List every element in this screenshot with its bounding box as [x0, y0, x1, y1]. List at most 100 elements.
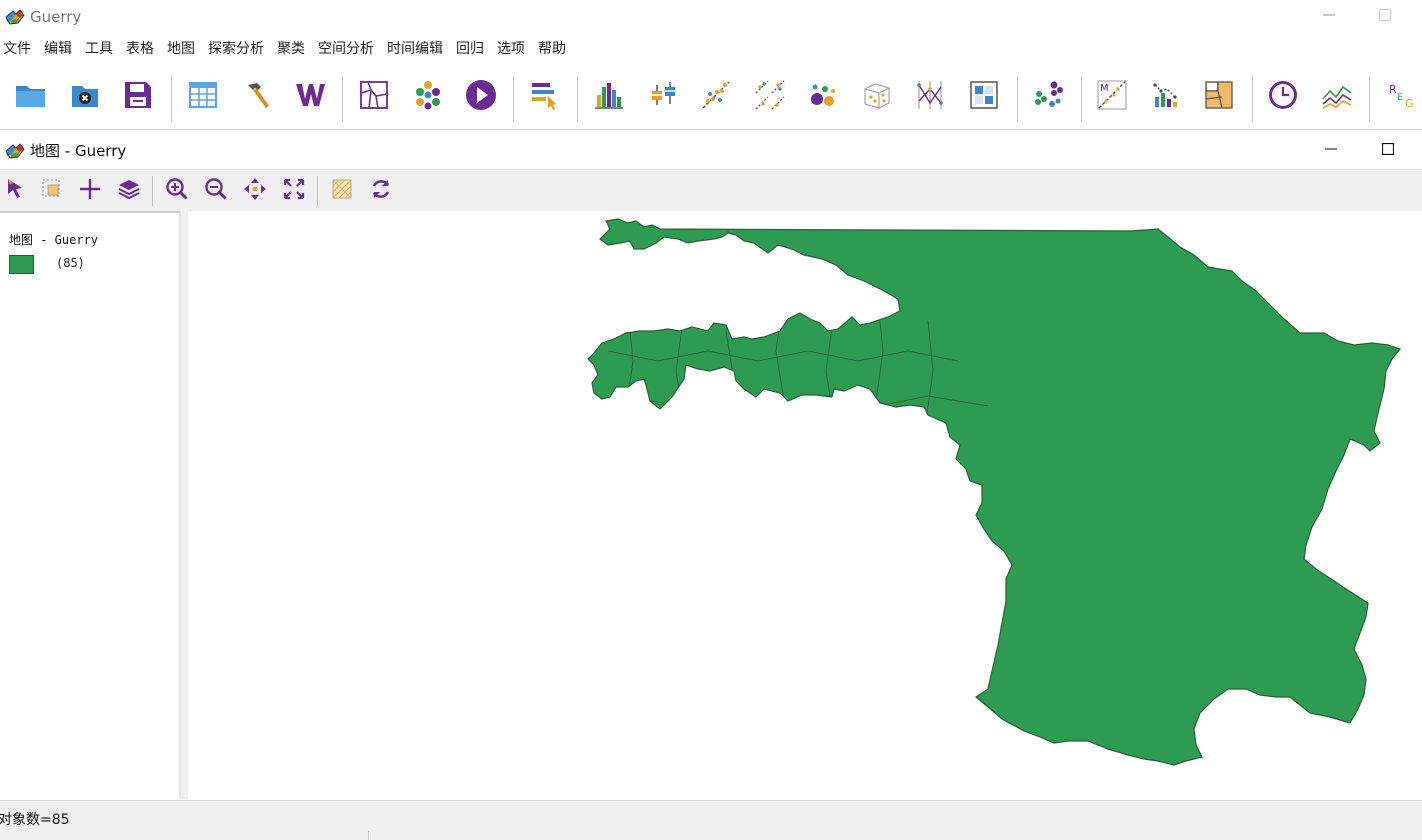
app-title: Guerry [30, 8, 82, 26]
play-button[interactable] [458, 74, 504, 120]
conditional-plot-button[interactable] [961, 74, 1007, 120]
svg-text:R: R [1389, 83, 1397, 96]
menu-cluster[interactable]: 聚类 [274, 38, 312, 58]
france-outline[interactable] [587, 218, 1401, 766]
menu-table[interactable]: 表格 [123, 38, 161, 58]
histogram-button[interactable] [586, 74, 632, 120]
close-project-icon [67, 77, 103, 117]
add-layer-icon [77, 176, 103, 206]
cluster-map-button[interactable] [405, 74, 451, 120]
pan-icon [242, 176, 268, 206]
save-button[interactable] [115, 74, 161, 120]
close-project-button[interactable] [62, 74, 108, 120]
minimize-icon [1325, 143, 1337, 159]
cluster-map-icon [410, 77, 446, 117]
minimize-icon [1323, 9, 1335, 25]
moran-scatter-button[interactable]: M [1089, 74, 1135, 120]
correlogram-button[interactable] [1143, 74, 1189, 120]
add-layer-button[interactable] [74, 175, 106, 207]
scatter-matrix-button[interactable] [747, 74, 793, 120]
menu-regression[interactable]: 回归 [453, 38, 491, 58]
map-button[interactable] [351, 74, 397, 120]
maximize-button[interactable] [1362, 0, 1408, 34]
refresh-icon [368, 176, 394, 206]
cluster-dots-icon [1030, 77, 1066, 117]
map-toolbar [0, 171, 1422, 211]
table-button[interactable] [180, 74, 226, 120]
full-extent-button[interactable] [278, 175, 310, 207]
pointer-select-icon [3, 176, 29, 206]
refresh-button[interactable] [365, 175, 397, 207]
correlogram-icon [1148, 77, 1184, 117]
cluster-dots-button[interactable] [1025, 74, 1071, 120]
play-icon [463, 77, 499, 117]
parallel-coordinates-icon [912, 77, 948, 117]
maximize-icon [1379, 9, 1391, 25]
selection-shape-button[interactable] [36, 175, 68, 207]
bubble-chart-icon [805, 77, 841, 117]
map-window-title-bar: 地图 - Guerry [0, 132, 1422, 170]
table-icon [185, 77, 221, 117]
menu-edit[interactable]: 编辑 [41, 38, 79, 58]
scatter-matrix-icon [752, 77, 788, 117]
weights-button[interactable] [287, 74, 333, 120]
map-window-minimize-button[interactable] [1308, 132, 1354, 170]
menu-tools[interactable]: 工具 [82, 38, 120, 58]
zoom-in-icon [164, 176, 190, 206]
zoom-out-button[interactable] [200, 175, 232, 207]
cartogram-icon [1201, 77, 1237, 117]
menu-file[interactable]: 文件 [0, 38, 38, 58]
map-legend[interactable]: 地图 - Guerry (85) [0, 211, 181, 799]
select-tool-icon [526, 77, 562, 117]
pan-button[interactable] [239, 175, 271, 207]
status-divider [368, 831, 369, 840]
object-count-status: 对象数=85 [0, 812, 70, 828]
scatter-plot-button[interactable] [693, 74, 739, 120]
zoom-in-button[interactable] [161, 175, 193, 207]
parallel-coordinates-button[interactable] [907, 74, 953, 120]
box-plot-button[interactable] [640, 74, 686, 120]
svg-text:M: M [1100, 83, 1109, 94]
menu-time[interactable]: 时间编辑 [384, 38, 450, 58]
layers-icon [116, 176, 142, 206]
maximize-icon [1381, 142, 1395, 159]
layers-button[interactable] [113, 175, 145, 207]
map-window-title: 地图 - Guerry [30, 142, 127, 160]
bubble-chart-button[interactable] [800, 74, 846, 120]
scatter-plot-icon [698, 77, 734, 117]
time-clock-icon [1265, 77, 1301, 117]
legend-color-swatch[interactable] [9, 255, 34, 274]
tools-button[interactable] [234, 74, 280, 120]
averages-chart-button[interactable] [1314, 74, 1360, 120]
menu-explore[interactable]: 探索分析 [205, 38, 271, 58]
map-window-logo-icon [4, 142, 26, 160]
menu-map[interactable]: 地图 [164, 38, 202, 58]
france-departments-map[interactable] [188, 211, 1422, 799]
legend-splitter[interactable] [181, 211, 188, 799]
regression-button[interactable]: REG [1376, 74, 1422, 120]
full-extent-icon [281, 176, 307, 206]
cartogram-button[interactable] [1196, 74, 1242, 120]
legend-category-count: (85) [56, 256, 85, 270]
3d-scatter-icon [859, 77, 895, 117]
department-borders [588, 230, 989, 752]
minimize-button[interactable] [1306, 0, 1352, 34]
pointer-select-button[interactable] [0, 175, 32, 207]
map-canvas[interactable] [188, 211, 1422, 799]
select-tool-button[interactable] [521, 74, 567, 120]
map-icon [356, 77, 392, 117]
save-icon [120, 77, 156, 117]
status-bar: 对象数=85 [0, 800, 1422, 840]
map-window-maximize-button[interactable] [1365, 132, 1411, 170]
menu-options[interactable]: 选项 [494, 38, 532, 58]
3d-scatter-button[interactable] [854, 74, 900, 120]
basemap-button[interactable] [326, 175, 358, 207]
histogram-icon [591, 77, 627, 117]
menu-space[interactable]: 空间分析 [315, 38, 381, 58]
box-plot-icon [645, 77, 681, 117]
open-button[interactable] [8, 74, 54, 120]
time-button[interactable] [1260, 74, 1306, 120]
app-title-bar: Guerry [0, 0, 1422, 34]
menu-help[interactable]: 帮助 [535, 38, 573, 58]
moran-scatter-icon: M [1094, 77, 1130, 117]
